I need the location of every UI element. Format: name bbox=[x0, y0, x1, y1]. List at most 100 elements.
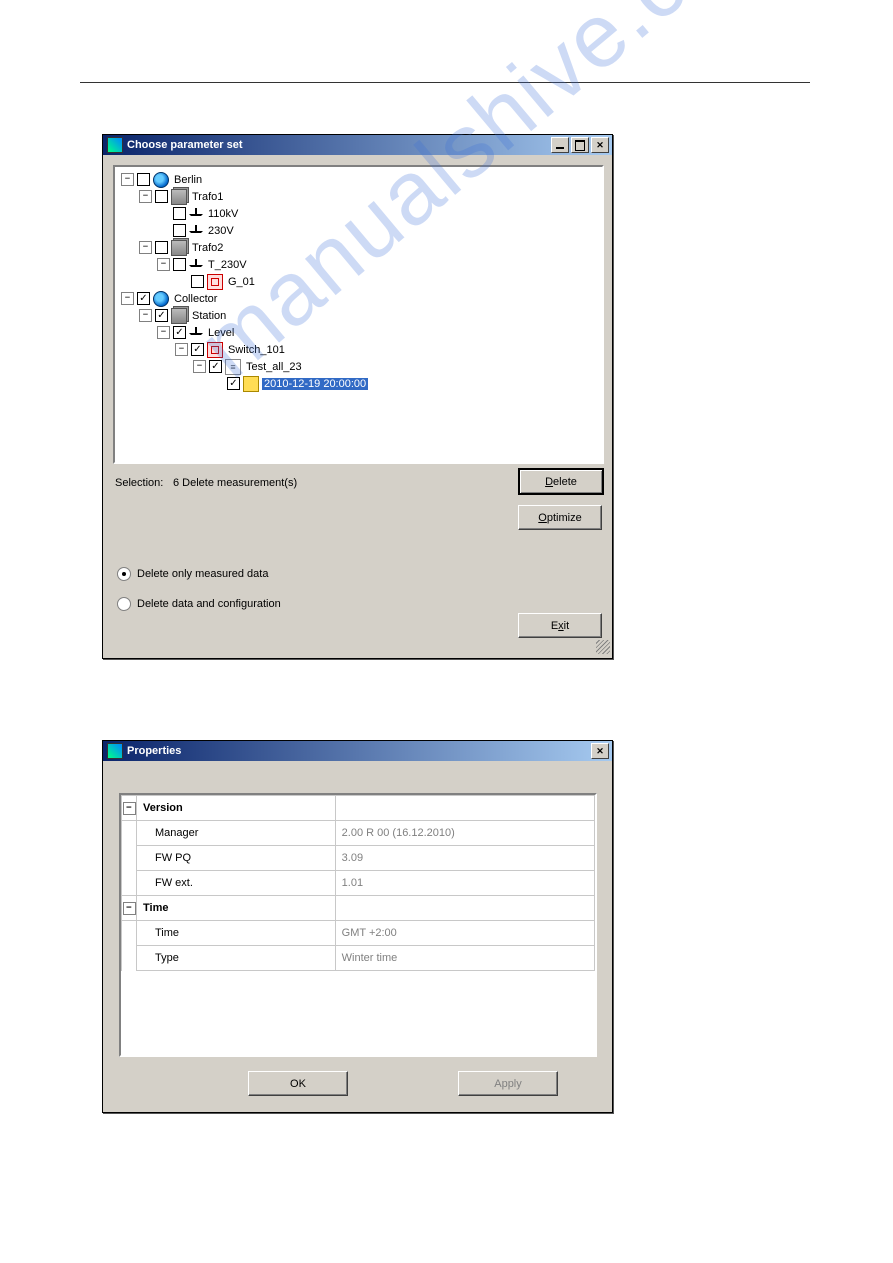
property-row[interactable]: TypeWinter time bbox=[122, 946, 595, 971]
property-label: FW PQ bbox=[137, 846, 336, 871]
red-icon bbox=[207, 274, 223, 290]
choose-parameter-dialog: Choose parameter set − Berlin −Trafo1 110kV… bbox=[102, 134, 613, 659]
tree-label: Collector bbox=[172, 293, 219, 305]
tree-node[interactable]: 230V bbox=[121, 222, 602, 239]
collapse-icon[interactable]: − bbox=[139, 190, 152, 203]
checkbox[interactable] bbox=[173, 224, 186, 237]
ok-button[interactable]: OK bbox=[248, 1071, 348, 1096]
collapse-icon[interactable]: − bbox=[157, 258, 170, 271]
tower-icon bbox=[189, 224, 203, 238]
collapse-icon[interactable]: − bbox=[175, 343, 188, 356]
tree[interactable]: − Berlin −Trafo1 110kV 230V − Trafo2 − T_230V G_0… bbox=[115, 167, 602, 392]
apply-button[interactable]: Apply bbox=[458, 1071, 558, 1096]
tree-label: Station bbox=[190, 310, 228, 322]
collapse-icon[interactable]: − bbox=[121, 173, 134, 186]
checkbox[interactable] bbox=[137, 173, 150, 186]
properties-dialog: Properties −VersionManager2.00 R 00 (16.… bbox=[102, 740, 613, 1113]
collapse-icon[interactable]: − bbox=[121, 292, 134, 305]
tree-node[interactable]: − Station bbox=[121, 307, 602, 324]
tree-node[interactable]: − T_230V bbox=[121, 256, 602, 273]
dialog-title: Properties bbox=[127, 745, 181, 757]
checkbox[interactable] bbox=[155, 309, 168, 322]
checkbox[interactable] bbox=[209, 360, 222, 373]
exit-button[interactable]: Exit bbox=[518, 613, 602, 638]
radio-delete-only[interactable]: Delete only measured data bbox=[117, 567, 268, 581]
collapse-icon[interactable]: − bbox=[123, 902, 136, 915]
radio-icon bbox=[117, 597, 131, 611]
property-section[interactable]: −Time bbox=[122, 896, 595, 921]
section-value bbox=[335, 796, 594, 821]
tree-label: Level bbox=[206, 327, 236, 339]
checkbox[interactable] bbox=[155, 190, 168, 203]
checkbox[interactable] bbox=[191, 343, 204, 356]
property-row[interactable]: TimeGMT +2:00 bbox=[122, 921, 595, 946]
stack-icon bbox=[171, 240, 187, 256]
tree-node[interactable]: − Collector bbox=[121, 290, 602, 307]
checkbox[interactable] bbox=[173, 207, 186, 220]
collapse-icon[interactable]: − bbox=[123, 802, 136, 815]
checkbox[interactable] bbox=[227, 377, 240, 390]
close-button[interactable] bbox=[591, 743, 609, 759]
minimize-button[interactable] bbox=[551, 137, 569, 153]
property-label: FW ext. bbox=[137, 871, 336, 896]
radio-label: Delete only measured data bbox=[137, 568, 268, 580]
tower-icon bbox=[189, 326, 203, 340]
app-icon bbox=[107, 743, 123, 759]
property-value: 2.00 R 00 (16.12.2010) bbox=[335, 821, 594, 846]
property-row[interactable]: FW PQ3.09 bbox=[122, 846, 595, 871]
titlebar: Choose parameter set bbox=[103, 135, 612, 155]
tree-node[interactable]: −Trafo1 bbox=[121, 188, 602, 205]
tree-node[interactable]: G_01 bbox=[121, 273, 602, 290]
stack-icon bbox=[171, 308, 187, 324]
property-label: Manager bbox=[137, 821, 336, 846]
folder-icon bbox=[243, 376, 259, 392]
collapse-icon[interactable]: − bbox=[157, 326, 170, 339]
tree-node[interactable]: 110kV bbox=[121, 205, 602, 222]
tree-label: 2010-12-19 20:00:00 bbox=[262, 378, 368, 390]
delete-button[interactable]: Delete bbox=[518, 468, 604, 495]
section-name: Time bbox=[137, 896, 336, 921]
titlebar: Properties bbox=[103, 741, 612, 761]
properties-panel: −VersionManager2.00 R 00 (16.12.2010)FW … bbox=[119, 793, 597, 1057]
optimize-button[interactable]: Optimize bbox=[518, 505, 602, 530]
checkbox[interactable] bbox=[173, 326, 186, 339]
collapse-icon[interactable]: − bbox=[193, 360, 206, 373]
tree-label: 230V bbox=[206, 225, 236, 237]
collapse-icon[interactable]: − bbox=[139, 309, 152, 322]
close-button[interactable] bbox=[591, 137, 609, 153]
tree-node[interactable]: − Level bbox=[121, 324, 602, 341]
collapse-icon[interactable]: − bbox=[139, 241, 152, 254]
red-icon bbox=[207, 342, 223, 358]
tree-node[interactable]: 2010-12-19 20:00:00 bbox=[121, 375, 602, 392]
selection-value: 6 Delete measurement(s) bbox=[173, 477, 297, 489]
properties-grid[interactable]: −VersionManager2.00 R 00 (16.12.2010)FW … bbox=[121, 795, 595, 971]
radio-delete-config[interactable]: Delete data and configuration bbox=[117, 597, 281, 611]
doc-icon bbox=[225, 359, 241, 375]
checkbox[interactable] bbox=[137, 292, 150, 305]
globe-icon bbox=[153, 172, 169, 188]
tree-label: T_230V bbox=[206, 259, 249, 271]
stack-icon bbox=[171, 189, 187, 205]
property-section[interactable]: −Version bbox=[122, 796, 595, 821]
property-value: Winter time bbox=[335, 946, 594, 971]
tree-label: Berlin bbox=[172, 174, 204, 186]
resize-grip-icon[interactable] bbox=[596, 640, 610, 654]
tree-node[interactable]: −Test_all_23 bbox=[121, 358, 602, 375]
property-row[interactable]: Manager2.00 R 00 (16.12.2010) bbox=[122, 821, 595, 846]
tree-node[interactable]: −Switch_101 bbox=[121, 341, 602, 358]
property-value: GMT +2:00 bbox=[335, 921, 594, 946]
checkbox[interactable] bbox=[191, 275, 204, 288]
page-divider bbox=[80, 82, 810, 83]
property-row[interactable]: FW ext.1.01 bbox=[122, 871, 595, 896]
section-value bbox=[335, 896, 594, 921]
maximize-button[interactable] bbox=[571, 137, 589, 153]
tree-label: 110kV bbox=[206, 208, 240, 220]
checkbox[interactable] bbox=[155, 241, 168, 254]
property-label: Time bbox=[137, 921, 336, 946]
tree-node[interactable]: − Berlin bbox=[121, 171, 602, 188]
radio-label: Delete data and configuration bbox=[137, 598, 281, 610]
tower-icon bbox=[189, 258, 203, 272]
tree-label: Trafo2 bbox=[190, 242, 225, 254]
checkbox[interactable] bbox=[173, 258, 186, 271]
tree-node[interactable]: − Trafo2 bbox=[121, 239, 602, 256]
